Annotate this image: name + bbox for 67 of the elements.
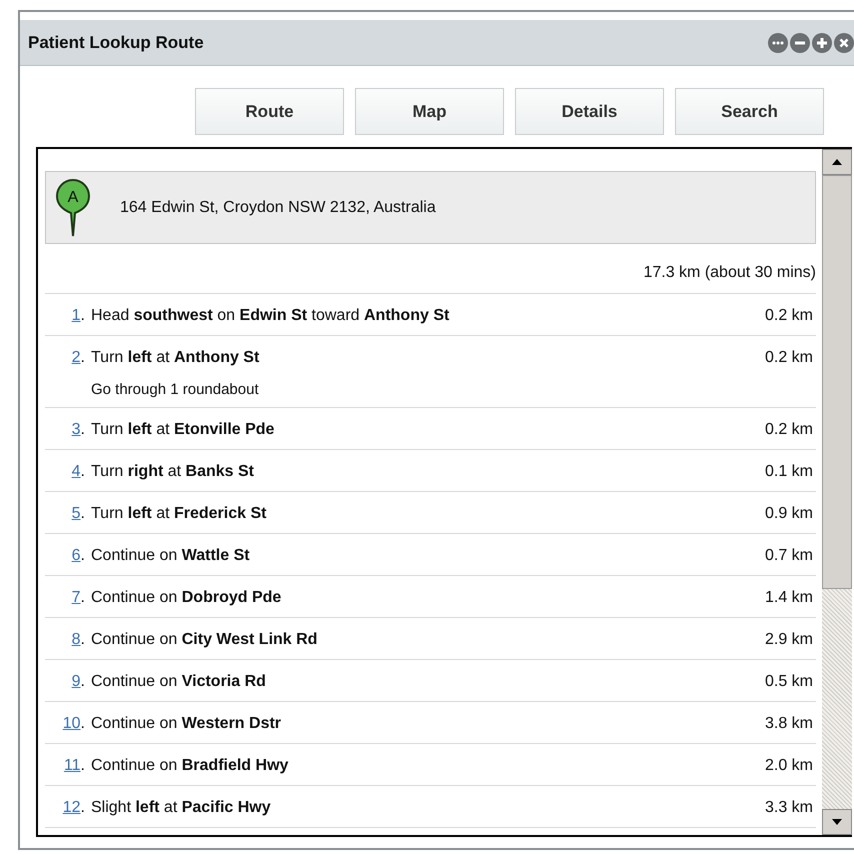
step-distance: 2.9 km — [764, 630, 814, 650]
step-number-period: . — [80, 348, 85, 368]
step-distance: 0.7 km — [764, 546, 814, 566]
step-instruction: Continue on City West Link Rd — [91, 630, 318, 650]
step-distance: 0.1 km — [764, 462, 814, 482]
map-pin-icon: A — [55, 178, 91, 236]
step-number-period: . — [80, 546, 85, 566]
step-number-link[interactable]: 9 — [72, 670, 81, 701]
scroll-down-button[interactable] — [822, 809, 852, 835]
window-title: Patient Lookup Route — [28, 32, 205, 54]
step-number-period: . — [80, 714, 85, 734]
step-number-period: . — [80, 798, 85, 818]
step-instruction: Continue on Wattle St — [91, 546, 251, 566]
step-number-link[interactable]: 12 — [62, 796, 81, 827]
tab-button[interactable]: Details — [515, 88, 664, 135]
step-instruction: Continue on Bradfield Hwy — [91, 756, 290, 776]
step-number-period: . — [80, 420, 85, 440]
step-instruction: Continue on Victoria Rd — [91, 672, 267, 692]
scroll-thumb[interactable] — [822, 175, 852, 589]
tab-button[interactable]: Map — [355, 88, 504, 135]
step-number-link[interactable]: 3 — [72, 418, 81, 449]
step-instruction: Turn left at Frederick St — [91, 504, 268, 524]
step-distance: 1.4 km — [764, 588, 814, 608]
step-number-period: . — [80, 756, 85, 776]
step-number-link[interactable]: 10 — [62, 712, 81, 743]
step-instruction: Turn right at Banks St — [91, 462, 255, 482]
step-number-link[interactable]: 5 — [72, 502, 81, 533]
step-distance: 0.5 km — [764, 672, 814, 692]
step-number-link[interactable]: 7 — [72, 586, 81, 617]
scrollbar[interactable] — [822, 149, 852, 835]
step-instruction: Turn left at Anthony St — [91, 348, 260, 368]
step-number-link[interactable]: 11 — [64, 754, 81, 785]
step-instruction: Continue on Western Dstr — [91, 714, 282, 734]
scroll-up-button[interactable] — [822, 149, 852, 175]
step-instruction: Slight left at Pacific Hwy — [91, 798, 272, 818]
up-arrow-icon — [832, 159, 842, 165]
more-icon[interactable] — [768, 32, 788, 52]
step-distance: 0.2 km — [764, 306, 814, 326]
step-number-period: . — [80, 630, 85, 650]
start-address: 164 Edwin St, Croydon NSW 2132, Australia — [120, 198, 436, 218]
step-number-link[interactable]: 8 — [72, 628, 81, 659]
step-number-link[interactable]: 6 — [72, 544, 81, 575]
step-distance: 0.2 km — [764, 348, 814, 368]
step-distance: 3.3 km — [764, 798, 814, 818]
step-instruction: Head southwest on Edwin St toward Anthony St — [91, 306, 450, 326]
down-arrow-icon — [832, 819, 842, 825]
tab-button[interactable]: Route — [195, 88, 344, 135]
total-distance: 17.3 km (about 30 mins) — [643, 263, 816, 283]
step-note: Go through 1 roundabout — [91, 380, 260, 400]
maximize-icon[interactable] — [812, 32, 832, 52]
step-distance: 3.8 km — [764, 714, 814, 734]
step-instruction: Continue on Dobroyd Pde — [91, 588, 282, 608]
step-number-link[interactable]: 4 — [72, 460, 81, 491]
step-number-period: . — [80, 306, 85, 326]
tab-button[interactable]: Search — [675, 88, 824, 135]
step-instruction: Turn left at Etonville Pde — [91, 420, 276, 440]
minimize-icon[interactable] — [790, 32, 810, 52]
step-number-link[interactable]: 1 — [72, 304, 81, 335]
step-number-period: . — [80, 504, 85, 524]
step-number-period: . — [80, 462, 85, 482]
step-number-period: . — [80, 588, 85, 608]
step-distance: 0.2 km — [764, 420, 814, 440]
close-icon[interactable] — [834, 32, 854, 52]
step-number-link[interactable]: 2 — [72, 346, 81, 407]
step-number-period: . — [80, 672, 85, 692]
step-distance: 2.0 km — [764, 756, 814, 776]
step-distance: 0.9 km — [764, 504, 814, 524]
